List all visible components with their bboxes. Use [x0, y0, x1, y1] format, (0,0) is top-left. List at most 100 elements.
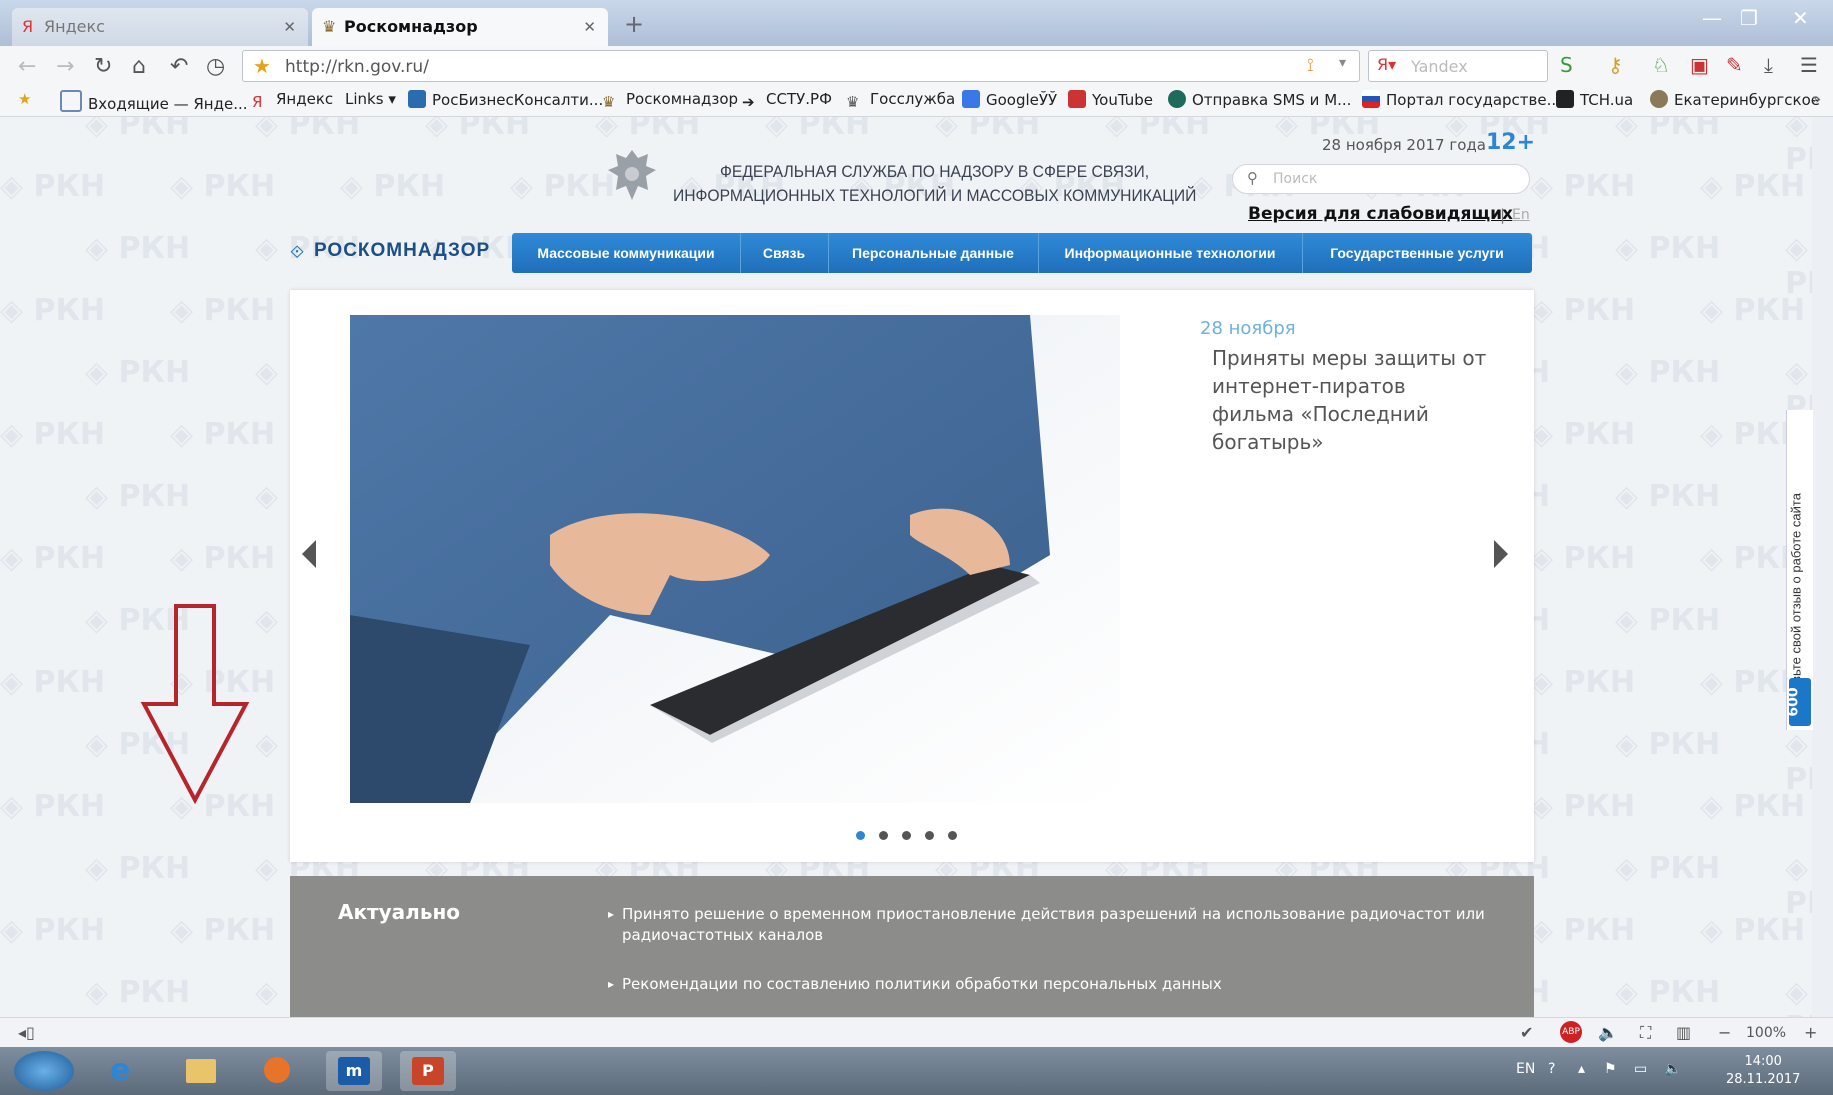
- bookmark-item[interactable]: Портал государстве...: [1362, 90, 1561, 109]
- bookmark-item[interactable]: ➔ ССТУ.РФ: [742, 90, 832, 111]
- slide-image[interactable]: [350, 315, 1120, 803]
- bookmark-folder[interactable]: Links ▾: [345, 90, 396, 108]
- clock-time: 14:00: [1744, 1054, 1782, 1069]
- search-bar[interactable]: Я▾ Yandex: [1368, 50, 1548, 82]
- watermark-logo: ◈ РКН: [1615, 603, 1721, 638]
- watermark-logo: ◈ РКН: [85, 231, 191, 266]
- news-slider: 28 ноября Приняты меры защиты от интерне…: [290, 290, 1534, 862]
- zoom-in-icon[interactable]: +: [1804, 1023, 1817, 1042]
- forward-icon[interactable]: →: [56, 54, 74, 79]
- menu-mass-communications[interactable]: Массовые коммуникации: [512, 233, 741, 273]
- sync-icon[interactable]: S: [1560, 53, 1573, 77]
- menu-personal-data[interactable]: Персональные данные: [828, 233, 1039, 273]
- action-center-flag-icon[interactable]: ⚑: [1604, 1061, 1617, 1077]
- key-icon[interactable]: ⚷: [1608, 53, 1623, 77]
- screenshot-icon[interactable]: ▣: [1690, 53, 1709, 77]
- vertical-scrollbar[interactable]: [1812, 117, 1833, 1017]
- slider-dot[interactable]: [902, 831, 911, 840]
- menu-information-technologies[interactable]: Информационные технологии: [1038, 233, 1303, 273]
- rss-icon[interactable]: ⟟: [1307, 55, 1314, 76]
- new-tab-button[interactable]: +: [624, 10, 644, 38]
- rkn-logo-icon: ⟐: [290, 242, 305, 263]
- dropdown-icon[interactable]: ▾: [1339, 55, 1346, 71]
- start-button[interactable]: [14, 1051, 74, 1091]
- restore-icon[interactable]: ❐: [1740, 6, 1758, 30]
- bookmarks-star-icon[interactable]: ★: [18, 90, 31, 108]
- slider-dot[interactable]: [879, 831, 888, 840]
- accessible-version-link[interactable]: Версия для слабовидящих: [1248, 204, 1513, 224]
- bookmark-item[interactable]: Екатеринбургское: [1650, 90, 1820, 109]
- bookmark-item[interactable]: GoogleЎЎ: [962, 90, 1057, 109]
- bookmark-item[interactable]: Отправка SMS и М...: [1168, 90, 1351, 109]
- site-logo[interactable]: РОСКОМНАДЗОР: [314, 240, 490, 262]
- slider-dot[interactable]: [925, 831, 934, 840]
- menu-communications[interactable]: Связь: [740, 233, 829, 273]
- download-icon[interactable]: ⤓: [1764, 53, 1773, 77]
- minimize-icon[interactable]: —: [1702, 6, 1722, 30]
- bookmark-item[interactable]: YouTube: [1068, 90, 1153, 109]
- menu-icon[interactable]: ☰: [1800, 53, 1818, 77]
- volume-icon[interactable]: 🔈: [1598, 1023, 1618, 1042]
- watermark-logo: ◈ РКН: [1785, 975, 1812, 1017]
- history-icon[interactable]: ◷: [206, 54, 225, 79]
- menu-government-services[interactable]: Государственные услуги: [1302, 233, 1532, 273]
- next-slide-arrow-icon[interactable]: [1494, 540, 1508, 568]
- slider-dot[interactable]: [948, 831, 957, 840]
- bookmark-item[interactable]: Я Яндекс: [252, 90, 333, 111]
- split-view-icon[interactable]: ▥: [1676, 1023, 1691, 1042]
- bookmark-item[interactable]: TCH.ua: [1556, 90, 1633, 109]
- close-tab-icon[interactable]: ✕: [583, 8, 596, 46]
- watermark-logo: ◈ РКН: [85, 975, 191, 1010]
- bookmark-item[interactable]: Входящие — Янде...: [60, 90, 248, 113]
- network-icon[interactable]: ▭: [1634, 1061, 1647, 1077]
- bookmark-item[interactable]: РосБизнесКонсалти...: [408, 90, 603, 109]
- feedback-label: Оставьте свой отзыв о работе сайта: [1788, 493, 1804, 713]
- slider-dot[interactable]: [856, 831, 865, 840]
- notification-icon[interactable]: ✎: [1726, 53, 1743, 77]
- more-bookmarks-icon[interactable]: »: [1812, 90, 1821, 108]
- maxthon-browser-icon[interactable]: m: [326, 1051, 382, 1091]
- close-window-icon[interactable]: ✕: [1792, 6, 1809, 30]
- watermark-logo: ◈ РКН: [1785, 727, 1812, 797]
- fullscreen-icon[interactable]: ⛶: [1640, 1023, 1651, 1043]
- site-search-input[interactable]: ⚲ Поиск: [1232, 164, 1530, 194]
- tab-label: Яндекс: [44, 17, 105, 36]
- internet-explorer-icon[interactable]: e: [96, 1051, 152, 1091]
- feedback-side-tab[interactable]: Оставьте свой отзыв о работе сайта 600: [1786, 410, 1813, 730]
- bookmark-item[interactable]: ♛ Роскомнадзор: [602, 90, 738, 111]
- coat-of-arms-icon: [608, 150, 656, 200]
- speaker-icon[interactable]: 🔈: [1664, 1061, 1681, 1077]
- tools-icon[interactable]: ✔: [1520, 1023, 1533, 1042]
- zoom-level[interactable]: 100%: [1746, 1025, 1786, 1041]
- media-player-icon[interactable]: [248, 1051, 304, 1091]
- undo-close-icon[interactable]: ↶: [170, 54, 188, 79]
- bookmark-item[interactable]: ♛ Госслужба: [846, 90, 955, 111]
- help-icon[interactable]: ?: [1548, 1061, 1555, 1077]
- powerpoint-icon[interactable]: P: [400, 1051, 456, 1091]
- close-tab-icon[interactable]: ✕: [283, 8, 296, 46]
- sidebar-toggle-icon[interactable]: ◂▯: [18, 1023, 35, 1042]
- back-icon[interactable]: ←: [18, 54, 36, 79]
- tab-roskomnadzor[interactable]: ♛ Роскомнадзор ✕: [312, 8, 608, 46]
- emblem-icon: ♛: [602, 93, 616, 111]
- addon-icon[interactable]: ♘: [1652, 53, 1670, 77]
- search-placeholder: Поиск: [1273, 171, 1318, 187]
- address-bar[interactable]: ★ http://rkn.gov.ru/ ⟟ ▾: [242, 50, 1360, 82]
- tab-yandex[interactable]: Я Яндекс ✕: [12, 8, 308, 46]
- news-item[interactable]: Принято решение о временном приостановле…: [608, 904, 1502, 946]
- bookmark-star-icon[interactable]: ★: [253, 54, 271, 78]
- tray-expand-icon[interactable]: ▴: [1578, 1061, 1585, 1077]
- home-icon[interactable]: ⌂: [132, 54, 146, 79]
- adblock-icon[interactable]: ABP: [1560, 1021, 1582, 1043]
- zoom-out-icon[interactable]: −: [1718, 1023, 1731, 1042]
- reload-icon[interactable]: ↻: [94, 54, 112, 79]
- watermark-logo: ◈ РКН: [1530, 665, 1636, 700]
- feedback-badge: 600: [1786, 678, 1811, 726]
- news-item[interactable]: Рекомендации по составлению политики обр…: [608, 974, 1502, 995]
- prev-slide-arrow-icon[interactable]: [302, 540, 316, 568]
- english-link[interactable]: En: [1512, 207, 1530, 223]
- slide-title[interactable]: Приняты меры защиты от интернет-пиратов …: [1212, 344, 1492, 456]
- explorer-folder-icon[interactable]: [172, 1051, 228, 1091]
- system-clock[interactable]: 14:00 28.11.2017: [1726, 1053, 1800, 1089]
- language-indicator[interactable]: EN: [1516, 1061, 1535, 1077]
